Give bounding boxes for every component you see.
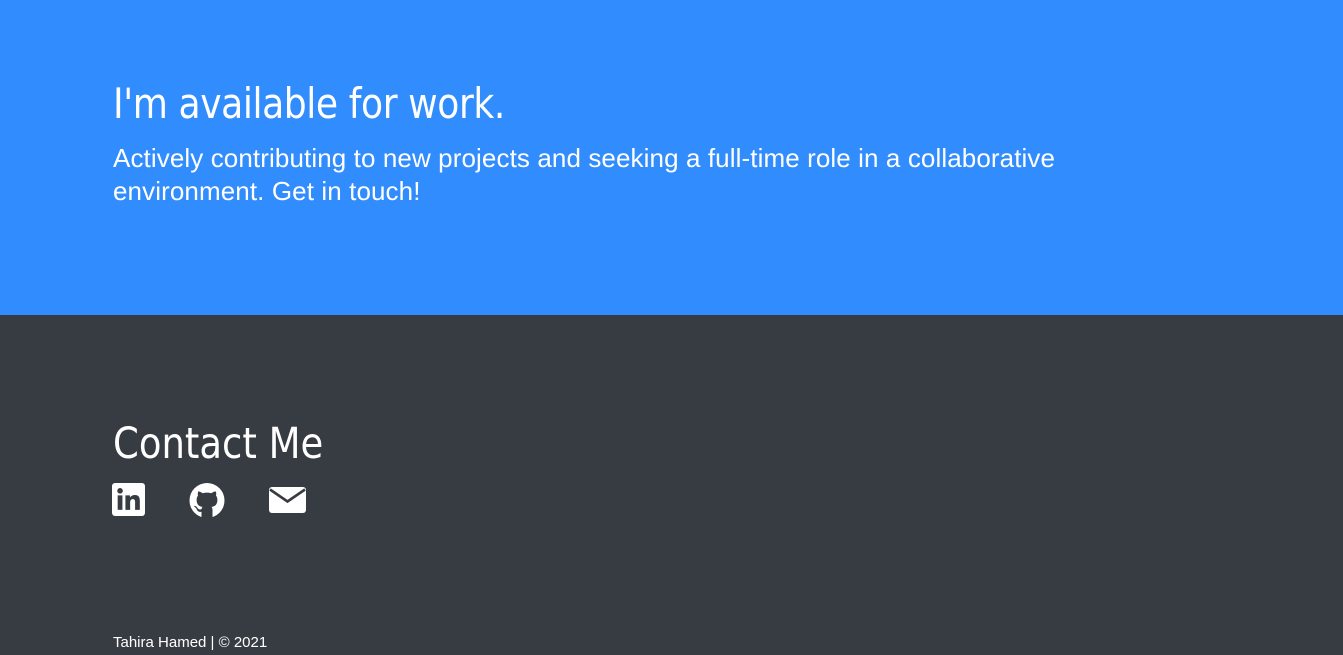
linkedin-icon	[112, 483, 145, 516]
envelope-icon	[269, 487, 306, 513]
contact-section: Contact Me Tahira Hamed | © 2021	[0, 315, 1343, 655]
hero-title: I'm available for work.	[113, 79, 505, 128]
linkedin-link[interactable]	[112, 483, 145, 516]
hero-subtitle: Actively contributing to new projects an…	[113, 143, 1056, 206]
footer-copyright: Tahira Hamed | © 2021	[113, 634, 268, 651]
email-link[interactable]	[269, 483, 306, 516]
github-icon	[189, 483, 225, 518]
contact-title: Contact Me	[113, 419, 324, 469]
github-link[interactable]	[189, 483, 225, 518]
hero-section: I'm available for work. Actively contrib…	[0, 0, 1343, 315]
